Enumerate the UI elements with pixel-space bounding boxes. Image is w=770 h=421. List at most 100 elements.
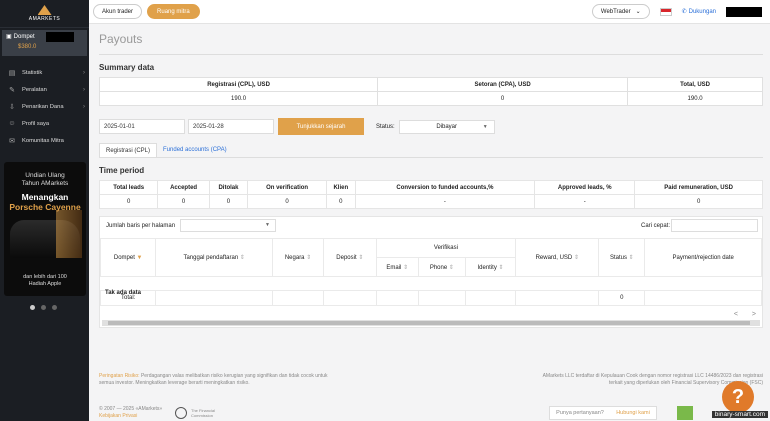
no-data-message: Tak ada data <box>105 290 141 296</box>
question-text: Punya pertanyaan? <box>556 409 604 416</box>
pager: < > <box>734 311 756 318</box>
tools-icon: ✎ <box>9 86 15 94</box>
sidebar-item-label: Komunitas Mitra <box>22 137 64 144</box>
chevron-right-icon: › <box>83 86 85 93</box>
date-from-input[interactable]: 2025-01-01 <box>99 119 185 134</box>
col-wallet[interactable]: Dompet ▼ <box>99 238 157 277</box>
col-status[interactable]: Status ⇕ <box>598 238 646 277</box>
tp-header: Ditolak <box>208 180 249 195</box>
status-label: Status: <box>376 123 395 130</box>
pager-next-button[interactable]: > <box>752 311 756 318</box>
chevron-down-icon: ▼ <box>265 222 270 228</box>
chevron-down-icon: ⌄ <box>635 9 641 15</box>
tab-registrasi[interactable]: Registrasi (CPL) <box>99 143 158 157</box>
language-flag-icon[interactable] <box>659 7 672 16</box>
sort-icon: ⇕ <box>448 264 454 271</box>
chevron-down-icon: ▼ <box>482 123 488 130</box>
horizontal-scrollbar[interactable] <box>102 320 760 326</box>
date-to-input[interactable]: 2025-01-28 <box>188 119 274 134</box>
sidebar-item-statistik[interactable]: ▤ Statistik › <box>0 64 89 81</box>
support-link[interactable]: ✆ Dukungan <box>681 8 716 16</box>
col-deposit[interactable]: Deposit ⇕ <box>323 238 377 277</box>
chevron-right-icon: › <box>83 103 85 110</box>
scrollbar-thumb[interactable] <box>108 321 750 325</box>
tp-value: 0 <box>634 194 763 209</box>
financial-commission-badge[interactable]: The Financial Commission <box>175 407 219 419</box>
col-reward[interactable]: Reward, USD ⇕ <box>515 238 600 277</box>
carousel-dots <box>30 305 57 310</box>
tp-value: 0 <box>157 194 210 209</box>
col-label: Email <box>386 264 402 271</box>
amarkets-logo-icon <box>37 5 52 15</box>
tab-trader-account[interactable]: Akun trader <box>93 4 143 19</box>
sidebar-item-peralatan[interactable]: ✎ Peralatan › <box>0 81 89 98</box>
status-select[interactable]: Dibayar ▼ <box>398 119 495 134</box>
col-label: Deposit <box>336 255 357 261</box>
logo[interactable]: AMARKETS <box>0 0 89 28</box>
tp-value: 0 <box>325 194 356 209</box>
sidebar-item-label: Statistik <box>22 69 43 76</box>
pager-prev-button[interactable]: < <box>734 311 738 318</box>
logo-text: AMARKETS <box>28 16 61 22</box>
col-payment-date[interactable]: Payment/rejection date <box>644 238 762 277</box>
question-box: Punya pertanyaan? Hubungi kami <box>549 406 657 420</box>
carousel-dot[interactable] <box>41 305 46 310</box>
rows-per-page-label: Jumlah baris per halaman <box>106 223 176 229</box>
col-label: Negara <box>284 255 305 261</box>
tab-funded-accounts[interactable]: Funded accounts (CPA) <box>157 143 233 157</box>
summary-header: Total, USD <box>627 77 763 92</box>
carousel-dot[interactable] <box>52 305 57 310</box>
payouts-table: Dompet ▼ Tanggal pendaftaran ⇕ Negara ⇕ … <box>99 238 762 306</box>
webtrader-dropdown[interactable]: WebTrader ⌄ <box>591 4 650 19</box>
table-cell <box>155 290 273 306</box>
rows-per-page-select[interactable]: ▼ <box>180 219 276 232</box>
col-reg-date[interactable]: Tanggal pendaftaran ⇕ <box>155 238 273 277</box>
tab-partner-room[interactable]: Ruang mitra <box>147 4 200 19</box>
sidebar-item-profil[interactable]: ☺ Profil saya <box>0 115 89 132</box>
page-title: Payouts <box>99 32 143 46</box>
carousel-dot[interactable] <box>30 305 35 310</box>
verified-badge-icon <box>677 406 693 420</box>
empty-row <box>101 277 762 291</box>
contact-us-link[interactable]: Hubungi kami <box>616 410 650 417</box>
community-icon: ✉ <box>9 137 15 145</box>
payouts-panel: Jumlah baris per halaman ▼ Cari cepat: D… <box>99 216 763 328</box>
col-label: Dompet <box>113 254 135 261</box>
col-identity[interactable]: Identity ⇕ <box>464 257 517 277</box>
sort-icon: ⇕ <box>239 255 245 261</box>
summary-value: 190.0 <box>627 91 763 106</box>
total-row: Total: 0 <box>99 290 762 306</box>
privacy-link[interactable]: Kebijakan Privasi <box>99 413 162 420</box>
filter-bar: 2025-01-01 2025-01-28 Tunjukkan sejarah … <box>99 118 763 135</box>
phone-icon: ✆ <box>681 9 687 15</box>
webtrader-label: WebTrader <box>600 8 631 15</box>
sidebar: AMARKETS ▣ Dompet $380.0 ▤ Statistik › ✎ Per… <box>0 0 89 421</box>
risk-title: Peringatan Risiko: <box>99 373 140 379</box>
help-chat-button[interactable]: ? <box>722 381 754 413</box>
copyright-block: © 2007 — 2025 «AMarkets» Kebijakan Priva… <box>99 406 162 420</box>
redacted-block <box>726 6 762 17</box>
col-email[interactable]: Email ⇕ <box>375 257 419 277</box>
wallet-amount: $380.0 <box>18 44 37 50</box>
quick-search-input[interactable] <box>671 219 758 232</box>
car-image <box>10 210 82 258</box>
promo-banner[interactable]: Undian Ulang Tahun AMarkets Menangkan Por… <box>4 162 86 296</box>
tp-header: Approved leads, % <box>534 180 636 195</box>
tp-value: 0 <box>208 194 249 209</box>
wallet-label: Dompet <box>13 33 35 40</box>
col-country[interactable]: Negara ⇕ <box>271 238 325 277</box>
topbar: Akun trader Ruang mitra WebTrader ⌄ ✆ Duku… <box>89 0 770 24</box>
sidebar-item-penarikan-dana[interactable]: ⇩ Penarikan Dana › <box>0 98 89 115</box>
promo-line: Hadiah Apple <box>28 281 62 287</box>
wallet-card[interactable]: ▣ Dompet $380.0 <box>2 30 87 56</box>
sidebar-nav: ▤ Statistik › ✎ Peralatan › ⇩ Penarikan Dana ›… <box>0 64 89 149</box>
summary-header: Registrasi (CPL), USD <box>98 77 379 92</box>
col-label: Phone <box>429 264 448 271</box>
copyright: © 2007 — 2025 «AMarkets» <box>99 406 163 412</box>
sidebar-item-komunitas[interactable]: ✉ Komunitas Mitra <box>0 132 89 149</box>
sort-icon: ⇕ <box>358 255 364 261</box>
total-value: 0 <box>598 290 646 306</box>
show-history-button[interactable]: Tunjukkan sejarah <box>278 118 364 135</box>
status-value: Dibayar <box>436 123 458 130</box>
col-phone[interactable]: Phone ⇕ <box>417 257 466 277</box>
